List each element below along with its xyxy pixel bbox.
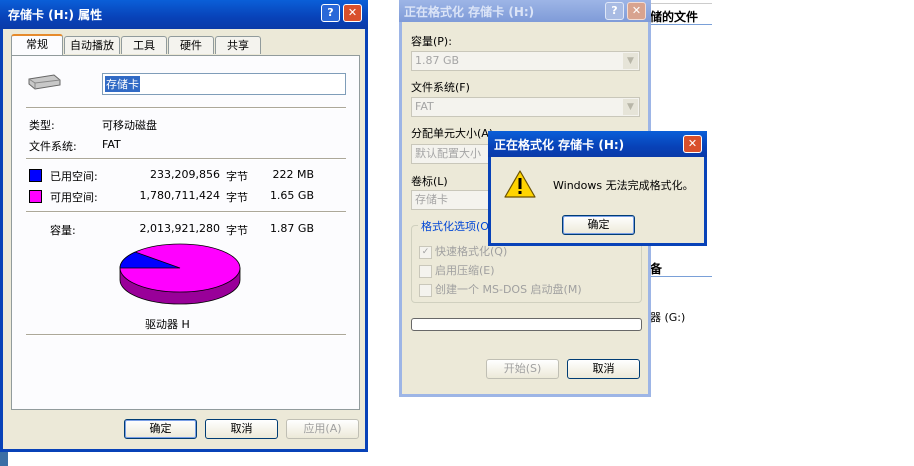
error-close-button[interactable]: ✕	[683, 135, 702, 153]
tab-tools[interactable]: 工具	[121, 36, 167, 54]
properties-window: 存储卡 (H:) 属性 ? ✕ 常规 自动播放 工具 硬件 共享 存储卡 类型:…	[0, 0, 368, 452]
chevron-down-icon: ▼	[623, 99, 638, 115]
ok-button[interactable]: 确定	[124, 419, 197, 439]
capacity-label: 容量:	[50, 224, 76, 237]
format-capacity-select[interactable]: 1.87 GB ▼	[411, 51, 640, 71]
msdos-option[interactable]: 创建一个 MS-DOS 启动盘(M)	[419, 281, 582, 297]
filesystem-value: FAT	[102, 138, 121, 151]
help-button[interactable]: ?	[321, 4, 340, 22]
quick-format-label: 快速格式化(Q)	[435, 245, 508, 258]
capacity-bytes: 2,013,921,280	[139, 222, 220, 235]
format-capacity-value: 1.87 GB	[415, 54, 460, 67]
capacity-size: 1.87 GB	[269, 222, 314, 235]
format-fs-select[interactable]: FAT ▼	[411, 97, 640, 117]
format-alloc-value: 默认配置大小	[415, 147, 481, 160]
format-title: 正在格式化 存储卡 (H:)	[404, 5, 535, 19]
used-space-bytes: 233,209,856	[150, 168, 220, 181]
volume-name-selection: 存储卡	[105, 76, 140, 92]
apply-button[interactable]: 应用(A)	[286, 419, 359, 439]
bg-text-files: 储的文件	[650, 10, 699, 24]
quick-format-checkbox[interactable]: ✓	[419, 245, 432, 259]
bg-drive-g[interactable]: 器 (G:)	[650, 309, 685, 325]
tab-hardware[interactable]: 硬件	[168, 36, 214, 54]
removable-drive-icon	[28, 74, 61, 90]
divider-1	[26, 107, 346, 109]
format-capacity-label: 容量(P):	[411, 35, 452, 48]
type-label: 类型:	[29, 119, 55, 132]
error-message: Windows 无法完成格式化。	[553, 179, 694, 192]
free-space-label: 可用空间:	[50, 191, 98, 204]
compression-label: 启用压缩(E)	[435, 264, 495, 277]
bg-header-line-2	[650, 24, 712, 25]
bg-header-line-3	[650, 276, 712, 277]
error-dialog: 正在格式化 存储卡 (H:) ✕ Windows 无法完成格式化。 确定	[488, 131, 707, 246]
compression-option[interactable]: 启用压缩(E)	[419, 262, 495, 278]
format-volume-label: 卷标(L)	[411, 175, 448, 188]
close-button[interactable]: ✕	[343, 4, 362, 22]
tab-strip: 常规 自动播放 工具 硬件 共享	[11, 34, 361, 56]
format-progress-bar	[411, 318, 642, 331]
free-space-size: 1.65 GB	[269, 189, 314, 202]
format-help-button[interactable]: ?	[605, 2, 624, 20]
tab-sharing[interactable]: 共享	[215, 36, 261, 54]
warning-icon	[504, 170, 536, 198]
free-space-bytes: 1,780,711,424	[139, 189, 220, 202]
bg-header-line	[650, 3, 712, 4]
error-ok-button[interactable]: 确定	[562, 215, 635, 235]
compression-checkbox[interactable]	[419, 264, 432, 278]
format-titlebar[interactable]: 正在格式化 存储卡 (H:) ? ✕	[399, 0, 651, 22]
format-cancel-button[interactable]: 取消	[567, 359, 640, 379]
bg-text-devices: 备	[650, 262, 663, 276]
format-options-label: 格式化选项(O)	[418, 218, 497, 234]
msdos-label: 创建一个 MS-DOS 启动盘(M)	[435, 283, 582, 296]
filesystem-label: 文件系统:	[29, 140, 77, 153]
type-value: 可移动磁盘	[102, 119, 157, 132]
format-volume-value: 存储卡	[415, 193, 448, 206]
error-title: 正在格式化 存储卡 (H:)	[494, 138, 625, 152]
tab-autoplay[interactable]: 自动播放	[64, 36, 120, 54]
format-start-button[interactable]: 开始(S)	[486, 359, 559, 379]
divider-4	[26, 334, 346, 336]
properties-title: 存储卡 (H:) 属性	[8, 8, 103, 22]
used-space-size: 222 MB	[272, 168, 314, 181]
properties-titlebar[interactable]: 存储卡 (H:) 属性 ? ✕	[0, 0, 368, 29]
used-space-label: 已用空间:	[50, 170, 98, 183]
divider-2	[26, 158, 346, 160]
free-color-swatch	[29, 190, 42, 203]
used-color-swatch	[29, 169, 42, 182]
format-fs-value: FAT	[415, 100, 434, 113]
free-space-unit: 字节	[226, 191, 248, 204]
format-alloc-label: 分配单元大小(A)	[411, 127, 494, 140]
tab-general[interactable]: 常规	[11, 34, 63, 55]
format-close-button[interactable]: ✕	[627, 2, 646, 20]
disk-usage-pie	[119, 243, 241, 305]
chevron-down-icon: ▼	[623, 53, 638, 69]
format-fs-label: 文件系统(F)	[411, 81, 470, 94]
drive-label: 驱动器 H	[145, 318, 190, 331]
error-titlebar[interactable]: 正在格式化 存储卡 (H:) ✕	[488, 131, 707, 157]
msdos-checkbox[interactable]	[419, 283, 432, 297]
general-panel: 存储卡 类型: 可移动磁盘 文件系统: FAT 已用空间: 233,209,85…	[11, 55, 360, 410]
divider-3	[26, 211, 346, 213]
capacity-unit: 字节	[226, 224, 248, 237]
used-space-unit: 字节	[226, 170, 248, 183]
cancel-button[interactable]: 取消	[205, 419, 278, 439]
